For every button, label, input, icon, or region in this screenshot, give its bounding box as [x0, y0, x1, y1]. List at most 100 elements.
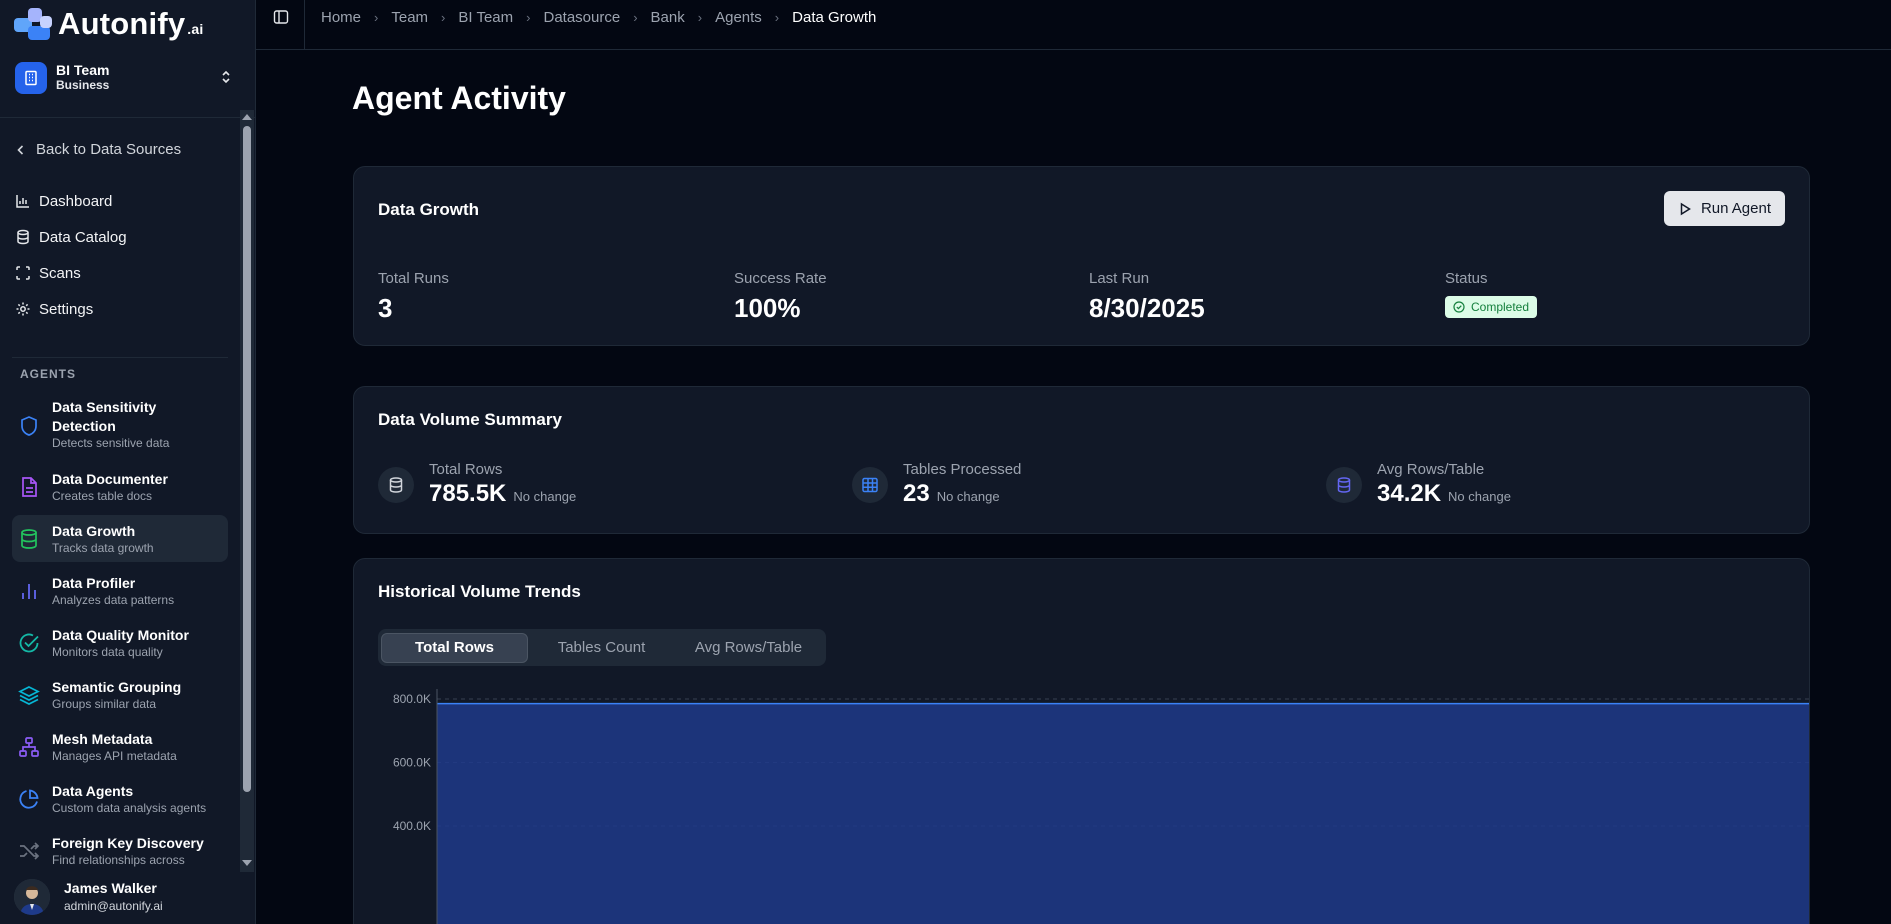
sidebar-scrollbar[interactable]: [240, 110, 254, 872]
status-text: Completed: [1471, 300, 1530, 314]
status-badge: Completed: [1445, 296, 1538, 318]
breadcrumb-home[interactable]: Home: [321, 9, 361, 26]
bar-chart-icon: [14, 580, 44, 602]
agent-data-quality-monitor[interactable]: Data Quality Monitor Monitors data quali…: [12, 626, 228, 664]
logo-suffix: .ai: [187, 21, 204, 37]
breadcrumb-team[interactable]: Team: [391, 9, 428, 26]
user-email: admin@autonify.ai: [64, 899, 163, 913]
agent-mesh-metadata[interactable]: Mesh Metadata Manages API metadata: [12, 730, 228, 768]
volume-stat-avg-rows-per-table: Avg Rows/Table 34.2K No change: [1326, 461, 1511, 508]
y-tick-label: 600.0K: [393, 756, 431, 770]
agent-title: Data Documenter: [52, 471, 168, 487]
database-icon: [1326, 466, 1362, 503]
sidebar-toggle-icon[interactable]: [273, 9, 291, 27]
breadcrumb-bi-team[interactable]: BI Team: [458, 9, 513, 26]
nav-label: Dashboard: [39, 192, 113, 210]
divider: [304, 0, 305, 50]
tab-total-rows[interactable]: Total Rows: [381, 632, 528, 663]
volume-stat-tables-processed: Tables Processed 23 No change: [852, 461, 1021, 508]
layers-icon: [14, 684, 44, 706]
play-icon: [1678, 202, 1692, 216]
scroll-down-icon[interactable]: [242, 860, 252, 866]
logo-text: Autonify: [58, 6, 186, 41]
network-icon: [14, 736, 44, 758]
breadcrumb-agents[interactable]: Agents: [715, 9, 762, 26]
card-title: Data Growth: [378, 200, 480, 219]
chevrons-up-down-icon: [220, 68, 232, 91]
breadcrumb-bank[interactable]: Bank: [651, 9, 685, 26]
agent-desc: Custom data analysis agents: [52, 801, 207, 815]
team-plan: Business: [56, 78, 110, 92]
stat-total-runs: Total Runs 3: [378, 270, 449, 324]
agent-data-growth[interactable]: Data Growth Tracks data growth: [12, 515, 228, 562]
volume-label: Total Rows: [429, 461, 503, 478]
agent-desc: Manages API metadata: [52, 749, 177, 763]
area-fill: [437, 703, 1809, 924]
chevron-right-icon: ›: [633, 10, 638, 25]
stat-label: Status: [1445, 270, 1488, 287]
agent-title: Mesh Metadata: [52, 731, 153, 747]
scrollbar-thumb[interactable]: [243, 126, 251, 792]
agent-data-sensitivity-detection[interactable]: Data Sensitivity Detection Detects sensi…: [12, 398, 228, 454]
scroll-up-icon[interactable]: [242, 114, 252, 120]
bar-chart-icon: [14, 192, 32, 210]
agent-desc: Analyzes data patterns: [52, 593, 175, 607]
chevron-right-icon: ›: [441, 10, 446, 25]
shuffle-icon: [14, 840, 44, 862]
page-title: Agent Activity: [352, 80, 566, 116]
y-tick-label: 400.0K: [393, 819, 431, 833]
nav-item-settings[interactable]: Settings: [14, 300, 93, 318]
nav-label: Settings: [39, 300, 94, 318]
logo[interactable]: Autonify .ai: [10, 2, 203, 46]
database-icon: [14, 228, 32, 246]
agent-desc: Detects sensitive data: [52, 436, 170, 450]
back-to-data-sources-link[interactable]: Back to Data Sources: [14, 141, 181, 158]
tab-tables-count[interactable]: Tables Count: [528, 633, 675, 663]
agent-data-documenter[interactable]: Data Documenter Creates table docs: [12, 470, 228, 508]
database-icon: [378, 466, 414, 503]
agent-title: Semantic Grouping: [52, 679, 182, 695]
agent-data-agents[interactable]: Data Agents Custom data analysis agents: [12, 782, 228, 820]
volume-value: 785.5K: [429, 480, 507, 507]
tab-avg-rows-per-table[interactable]: Avg Rows/Table: [675, 633, 822, 663]
nav-item-dashboard[interactable]: Dashboard: [14, 192, 112, 210]
user-menu[interactable]: James Walker admin@autonify.ai: [14, 879, 163, 915]
breadcrumb-current: Data Growth: [792, 9, 877, 26]
breadcrumb: Home › Team › BI Team › Datasource › Bank › A…: [321, 9, 876, 26]
document-icon: [14, 476, 44, 498]
stat-value: 100%: [734, 293, 801, 323]
volume-value: 34.2K: [1377, 480, 1442, 507]
volume-change: No change: [1448, 489, 1511, 504]
agent-desc: Monitors data quality: [52, 645, 163, 659]
data-volume-summary-card: Data Volume Summary Total Rows 785.5K No …: [353, 386, 1810, 534]
building-icon: [15, 62, 47, 94]
agent-title: Data Sensitivity Detection: [52, 399, 157, 434]
chevron-right-icon: ›: [526, 10, 531, 25]
card-title: Historical Volume Trends: [378, 582, 581, 601]
back-label: Back to Data Sources: [36, 141, 182, 158]
pie-chart-icon: [14, 788, 44, 810]
breadcrumb-datasource[interactable]: Datasource: [543, 9, 620, 26]
volume-label: Tables Processed: [903, 461, 1022, 478]
agent-semantic-grouping[interactable]: Semantic Grouping Groups similar data: [12, 678, 228, 716]
volume-change: No change: [513, 489, 577, 504]
run-agent-button[interactable]: Run Agent: [1663, 191, 1785, 226]
stat-success-rate: Success Rate 100%: [734, 270, 827, 324]
volume-label: Avg Rows/Table: [1377, 461, 1485, 478]
card-title: Data Volume Summary: [378, 410, 562, 429]
agent-foreign-key-discovery[interactable]: Foreign Key Discovery Find relationships…: [12, 834, 228, 872]
nav-item-scans[interactable]: Scans: [14, 264, 81, 282]
team-switcher[interactable]: BI Team Business: [10, 56, 246, 100]
divider: [12, 357, 228, 358]
stat-label: Last Run: [1089, 270, 1150, 287]
agent-title: Data Growth: [52, 523, 136, 539]
agents-section-label: AGENTS: [20, 367, 77, 381]
database-icon: [14, 528, 44, 550]
agent-desc: Groups similar data: [52, 697, 157, 711]
chevron-right-icon: ›: [697, 10, 703, 25]
agent-desc: Tracks data growth: [52, 541, 154, 555]
nav-item-data-catalog[interactable]: Data Catalog: [14, 228, 127, 246]
agent-title: Data Agents: [52, 783, 134, 799]
scan-icon: [14, 264, 32, 282]
agent-data-profiler[interactable]: Data Profiler Analyzes data patterns: [12, 574, 228, 612]
